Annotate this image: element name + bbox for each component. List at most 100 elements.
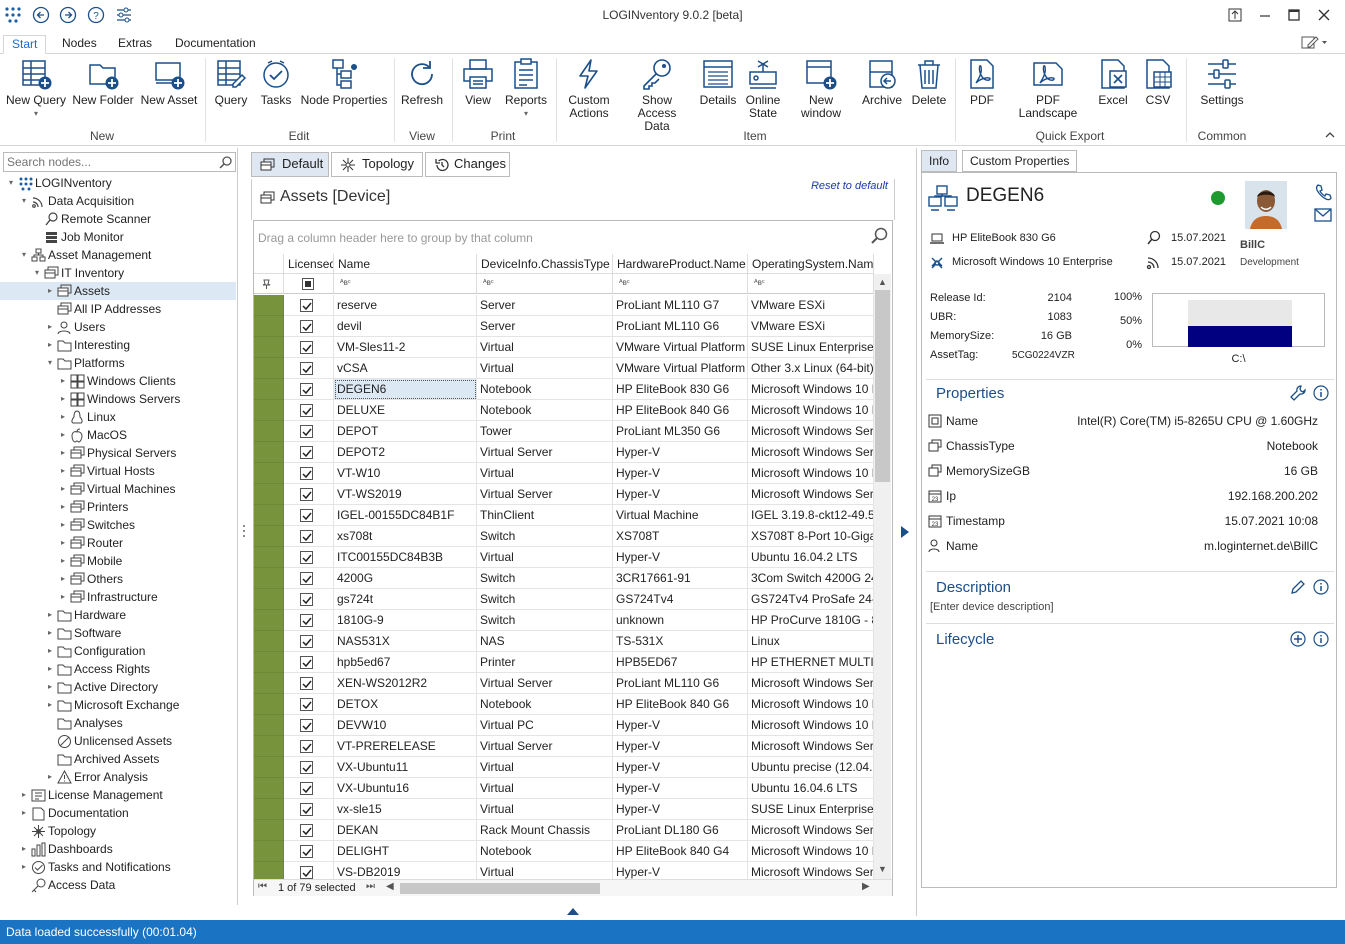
expand-icon[interactable]: ▸ <box>58 498 68 516</box>
minimize-button[interactable] <box>1256 6 1276 26</box>
tab-documentation[interactable]: Documentation <box>167 35 264 54</box>
table-row[interactable]: DEPOT2 Virtual Server Hyper-V Microsoft Win… <box>254 442 874 463</box>
licensed-checkbox[interactable] <box>300 593 313 606</box>
licensed-checkbox[interactable] <box>300 530 313 543</box>
table-row[interactable]: VS-DB2019 Virtual Hyper-V Microsoft Windows… <box>254 862 874 879</box>
settings-button[interactable]: Settings <box>1196 57 1248 107</box>
tab-extras[interactable]: Extras <box>110 35 160 54</box>
excel-button[interactable]: Excel <box>1092 57 1134 107</box>
edit-description-icon[interactable] <box>1290 579 1306 595</box>
licensed-checkbox[interactable] <box>300 362 313 375</box>
expand-icon[interactable]: ▸ <box>58 408 68 426</box>
licensed-checkbox[interactable] <box>300 509 313 522</box>
new-window-button[interactable]: New window <box>788 57 854 120</box>
column-header-hardware-product[interactable]: HardwareProduct.Name <box>613 254 748 274</box>
row-indicator[interactable] <box>254 610 284 631</box>
licensed-checkbox[interactable] <box>300 656 313 669</box>
csv-button[interactable]: CSV <box>1138 57 1178 107</box>
licensed-checkbox[interactable] <box>300 824 313 837</box>
collapse-ribbon-icon[interactable] <box>1324 130 1336 140</box>
row-indicator[interactable] <box>254 568 284 589</box>
table-row[interactable]: IGEL-00155DC84B1F ThinClient Virtual Machi… <box>254 505 874 526</box>
table-row[interactable]: VT-W10 Virtual Hyper-V Microsoft Windows 10… <box>254 463 874 484</box>
expand-icon[interactable]: ▸ <box>45 696 55 714</box>
expand-icon[interactable]: ▸ <box>58 390 68 408</box>
tasks-button[interactable]: Tasks <box>256 57 296 107</box>
filter-os-field[interactable]: ᴬʙᶜ <box>748 274 874 294</box>
properties-info-icon[interactable] <box>1313 385 1329 401</box>
licensed-checkbox[interactable] <box>300 740 313 753</box>
row-indicator[interactable] <box>254 379 284 400</box>
grid-search-icon[interactable] <box>870 227 888 245</box>
query-button[interactable]: Query <box>210 57 252 107</box>
licensed-checkbox[interactable] <box>300 677 313 690</box>
tab-start[interactable]: Start <box>3 35 47 54</box>
lifecycle-info-icon[interactable] <box>1313 631 1329 647</box>
table-row[interactable]: DEKAN Rack Mount Chassis ProLiant DL180 G6… <box>254 820 874 841</box>
licensed-checkbox[interactable] <box>300 488 313 501</box>
filter-chassis-field[interactable]: ᴬʙᶜ <box>477 274 613 294</box>
row-indicator[interactable] <box>254 316 284 337</box>
table-row[interactable]: vx-sle15 Virtual Hyper-V SUSE Linux Enterpr… <box>254 799 874 820</box>
expand-icon[interactable]: ▸ <box>58 570 68 588</box>
collapse-icon[interactable]: ▾ <box>19 192 29 210</box>
row-indicator[interactable] <box>254 673 284 694</box>
table-row[interactable]: VT-PRERELEASE Virtual Server Hyper-V Micros… <box>254 736 874 757</box>
details-button[interactable]: Details <box>697 57 739 107</box>
online-state-button[interactable]: Online State <box>742 57 784 120</box>
row-indicator[interactable] <box>254 736 284 757</box>
licensed-checkbox[interactable] <box>300 572 313 585</box>
column-header-name[interactable]: Name <box>334 254 477 274</box>
pdf-landscape-button[interactable]: PDF Landscape <box>1008 57 1088 120</box>
expand-icon[interactable]: ▸ <box>45 660 55 678</box>
pdf-button[interactable]: PDF <box>960 57 1004 107</box>
grid-vertical-scrollbar[interactable]: ▲ ▼ <box>874 274 891 879</box>
reset-to-default-link[interactable]: Reset to default <box>811 180 888 192</box>
scroll-thumb[interactable] <box>875 290 890 482</box>
table-row[interactable]: DETOX Notebook HP EliteBook 840 G6 Microsof… <box>254 694 874 715</box>
tab-info[interactable]: Info <box>921 150 958 172</box>
licensed-checkbox[interactable] <box>300 299 313 312</box>
phone-icon[interactable] <box>1314 183 1332 201</box>
table-row[interactable]: xs708tSwitchXS708TXS708T 8-Port 10-Gigab… <box>254 526 874 547</box>
expand-icon[interactable]: ▸ <box>45 678 55 696</box>
last-record-icon[interactable]: ⏭ <box>366 881 375 892</box>
licensed-checkbox[interactable] <box>300 320 313 333</box>
expand-icon[interactable]: ▸ <box>58 372 68 390</box>
expand-icon[interactable]: ▸ <box>45 768 55 786</box>
table-row[interactable]: devil Server ProLiant ML110 G6 VMware ESXi <box>254 316 874 337</box>
table-row[interactable]: VM-Sles11-2 Virtual VMware Virtual Platfor… <box>254 337 874 358</box>
show-access-data-button[interactable]: Show Access Data <box>621 57 693 133</box>
licensed-checkbox[interactable] <box>300 404 313 417</box>
tab-topology[interactable]: Topology <box>331 152 423 177</box>
row-indicator[interactable] <box>254 421 284 442</box>
group-by-panel[interactable]: Drag a column header here to group by th… <box>254 221 892 253</box>
licensed-checkbox[interactable] <box>300 761 313 774</box>
table-row[interactable]: 1810G-9 Switch unknown HP ProCurve 1810G - … <box>254 610 874 631</box>
expand-icon[interactable]: ▸ <box>19 786 29 804</box>
row-indicator[interactable] <box>254 463 284 484</box>
row-indicator[interactable] <box>254 862 284 879</box>
tab-default[interactable]: Default <box>251 152 329 177</box>
refresh-button[interactable]: Refresh <box>398 57 446 107</box>
row-indicator[interactable] <box>254 358 284 379</box>
add-lifecycle-icon[interactable] <box>1290 631 1306 647</box>
table-row[interactable]: gs724t Switch GS724Tv4 GS724Tv4 ProSafe 24-… <box>254 589 874 610</box>
expand-icon[interactable]: ▸ <box>45 606 55 624</box>
toggle-right-panel-icon[interactable] <box>900 525 910 539</box>
expand-icon[interactable]: ▸ <box>58 552 68 570</box>
expand-icon[interactable]: ▸ <box>19 840 29 858</box>
expand-icon[interactable]: ▸ <box>45 624 55 642</box>
row-indicator[interactable] <box>254 652 284 673</box>
archive-button[interactable]: Archive <box>860 57 904 107</box>
licensed-checkbox[interactable] <box>300 614 313 627</box>
column-header-licensed[interactable]: Licensed <box>284 254 334 274</box>
description-info-icon[interactable] <box>1313 579 1329 595</box>
collapse-icon[interactable]: ▾ <box>19 246 29 264</box>
row-indicator[interactable] <box>254 400 284 421</box>
expand-icon[interactable]: ▸ <box>58 426 68 444</box>
table-row[interactable]: VX-Ubuntu16 Virtual Hyper-V Ubuntu 16.04.6 … <box>254 778 874 799</box>
expand-icon[interactable]: ▸ <box>58 444 68 462</box>
pane-splitter[interactable] <box>242 523 246 539</box>
licensed-checkbox[interactable] <box>300 803 313 816</box>
